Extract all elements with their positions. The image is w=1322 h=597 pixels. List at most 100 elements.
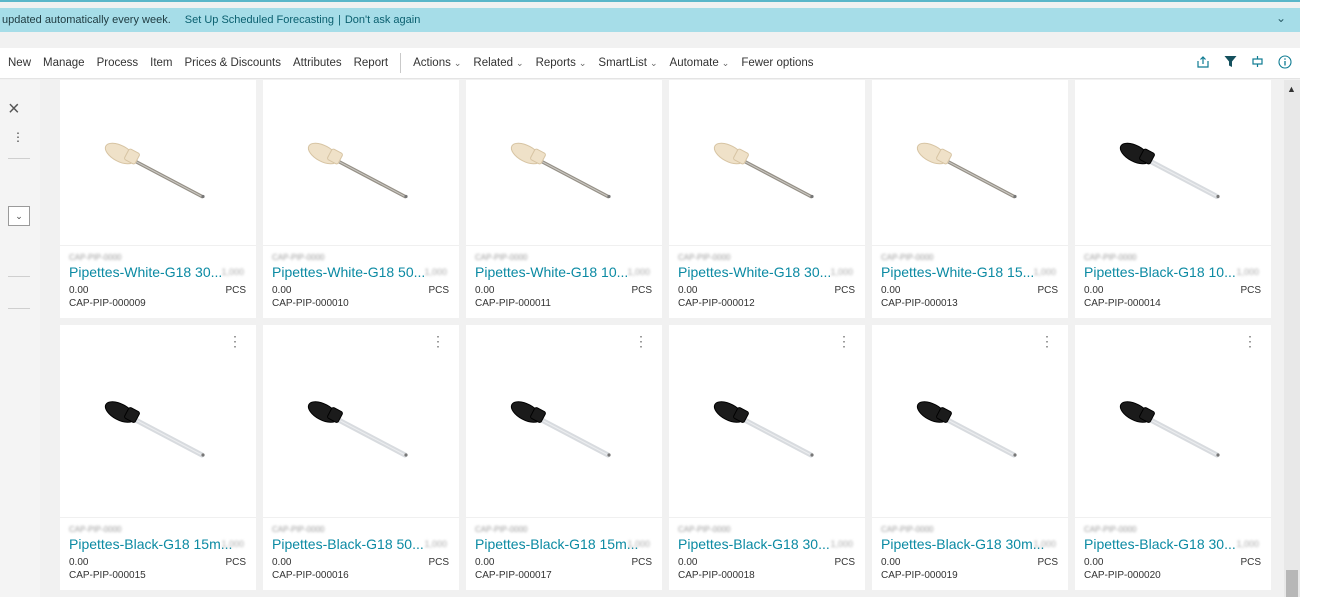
action-separator — [400, 53, 402, 73]
item-picture[interactable] — [466, 80, 662, 245]
tile-more-icon[interactable]: ⋮ — [1243, 333, 1257, 350]
blurred-item-code: CAP-PIP-0000 — [1084, 253, 1137, 262]
item-number: CAP-PIP-000016 — [272, 570, 349, 581]
tile-more-icon[interactable]: ⋮ — [228, 333, 242, 350]
more-options-icon[interactable]: ⋮ — [12, 130, 24, 144]
item-description[interactable]: Pipettes-White-G18 30... — [69, 264, 222, 280]
close-icon[interactable]: × — [8, 98, 20, 121]
menu-related[interactable]: Related ⌄ — [473, 57, 523, 69]
unit-of-measure: PCS — [1240, 557, 1261, 568]
item-description[interactable]: Pipettes-Black-G18 10... — [1084, 264, 1236, 280]
item-tile[interactable]: ⋮ CAP-PIP-0000 Pipettes-Black-G18 15m... 1,… — [466, 325, 662, 590]
item-description[interactable]: Pipettes-White-G18 30... — [678, 264, 831, 280]
chevron-down-icon: ⌄ — [578, 58, 587, 68]
item-picture[interactable] — [1075, 325, 1271, 517]
tile-details: CAP-PIP-0000 Pipettes-Black-G18 10... 1,00… — [1075, 245, 1271, 318]
unit-of-measure: PCS — [225, 557, 246, 568]
item-tile[interactable]: CAP-PIP-0000 Pipettes-White-G18 10... 1,00… — [466, 80, 662, 318]
unit-price: 0.00 — [272, 557, 292, 568]
item-tile[interactable]: CAP-PIP-0000 Pipettes-White-G18 15... 1,00… — [872, 80, 1068, 318]
action-attributes[interactable]: Attributes — [293, 57, 342, 69]
setup-forecasting-link[interactable]: Set Up Scheduled Forecasting — [185, 14, 334, 26]
item-tile[interactable]: CAP-PIP-0000 Pipettes-White-G18 30... 1,00… — [60, 80, 256, 318]
item-tile[interactable]: ⋮ CAP-PIP-0000 Pipettes-Black-G18 30... 1,0… — [1075, 325, 1271, 590]
info-icon[interactable] — [1278, 54, 1292, 72]
item-number: CAP-PIP-000009 — [69, 298, 146, 309]
item-description[interactable]: Pipettes-White-G18 15... — [881, 264, 1034, 280]
action-process[interactable]: Process — [97, 57, 139, 69]
item-description[interactable]: Pipettes-White-G18 50... — [272, 264, 425, 280]
tile-more-icon[interactable]: ⋮ — [634, 333, 648, 350]
item-picture[interactable] — [263, 80, 459, 245]
tile-details: CAP-PIP-0000 Pipettes-Black-G18 15m... 1,0… — [466, 517, 662, 590]
collapse-icon[interactable] — [1251, 55, 1264, 71]
tile-details: CAP-PIP-0000 Pipettes-Black-G18 30... 1,00… — [669, 517, 865, 590]
item-tile[interactable]: ⋮ CAP-PIP-0000 Pipettes-Black-G18 30m... 1,… — [872, 325, 1068, 590]
item-description[interactable]: Pipettes-Black-G18 15m... — [475, 536, 638, 552]
item-picture[interactable] — [263, 325, 459, 517]
item-tile[interactable]: ⋮ CAP-PIP-0000 Pipettes-Black-G18 30... 1,0… — [669, 325, 865, 590]
fewer-options-button[interactable]: Fewer options — [741, 57, 813, 69]
item-description[interactable]: Pipettes-Black-G18 50... — [272, 536, 424, 552]
unit-price: 0.00 — [1084, 285, 1104, 296]
divider — [8, 308, 30, 309]
item-tile[interactable]: CAP-PIP-0000 Pipettes-Black-G18 10... 1,00… — [1075, 80, 1271, 318]
unit-price: 0.00 — [69, 285, 89, 296]
item-tile-grid: CAP-PIP-0000 Pipettes-White-G18 30... 1,00… — [60, 80, 1280, 597]
unit-price: 0.00 — [475, 285, 495, 296]
menu-automate[interactable]: Automate ⌄ — [670, 57, 730, 69]
item-tile[interactable]: CAP-PIP-0000 Pipettes-White-G18 50... 1,00… — [263, 80, 459, 318]
item-picture[interactable] — [669, 80, 865, 245]
item-picture[interactable] — [60, 325, 256, 517]
menu-automate-label: Automate — [669, 57, 719, 69]
item-description[interactable]: Pipettes-Black-G18 15m... — [69, 536, 232, 552]
pipette-image — [104, 401, 205, 458]
item-picture[interactable] — [669, 325, 865, 517]
tile-more-icon[interactable]: ⋮ — [431, 333, 445, 350]
item-description[interactable]: Pipettes-Black-G18 30m... — [881, 536, 1044, 552]
item-picture[interactable] — [466, 325, 662, 517]
item-description[interactable]: Pipettes-Black-G18 30... — [1084, 536, 1236, 552]
blurred-item-code: CAP-PIP-0000 — [475, 525, 528, 534]
blurred-inventory: 1,000 — [221, 267, 244, 277]
unit-of-measure: PCS — [428, 285, 449, 296]
menu-smartlist[interactable]: SmartList ⌄ — [598, 57, 657, 69]
pipette-image — [1119, 401, 1220, 458]
action-prices-discounts[interactable]: Prices & Discounts — [185, 57, 282, 69]
item-description[interactable]: Pipettes-White-G18 10... — [475, 264, 628, 280]
item-tile[interactable]: ⋮ CAP-PIP-0000 Pipettes-Black-G18 15m... 1,… — [60, 325, 256, 590]
item-number: CAP-PIP-000011 — [475, 298, 551, 309]
item-picture[interactable] — [872, 325, 1068, 517]
tile-details: CAP-PIP-0000 Pipettes-Black-G18 50... 1,00… — [263, 517, 459, 590]
dont-ask-again-link[interactable]: Don't ask again — [345, 14, 420, 26]
share-icon[interactable] — [1196, 55, 1210, 72]
filter-icon[interactable] — [1224, 55, 1237, 71]
item-tile[interactable]: CAP-PIP-0000 Pipettes-White-G18 30... 1,00… — [669, 80, 865, 318]
item-picture[interactable] — [1075, 80, 1271, 245]
blurred-inventory: 1,000 — [1033, 267, 1056, 277]
scroll-up-icon[interactable]: ▲ — [1287, 84, 1296, 94]
scrollbar-thumb[interactable] — [1286, 570, 1298, 597]
pipette-image — [916, 142, 1017, 199]
action-manage[interactable]: Manage — [43, 57, 85, 69]
item-tile[interactable]: ⋮ CAP-PIP-0000 Pipettes-Black-G18 50... 1,0… — [263, 325, 459, 590]
chevron-down-icon[interactable]: ⌄ — [1276, 11, 1286, 25]
blurred-item-code: CAP-PIP-0000 — [272, 253, 325, 262]
pipette-image — [1119, 142, 1220, 199]
action-item[interactable]: Item — [150, 57, 172, 69]
menu-actions-label: Actions — [413, 57, 451, 69]
menu-reports[interactable]: Reports ⌄ — [536, 57, 587, 69]
vertical-scrollbar[interactable]: ▲ — [1284, 80, 1300, 597]
unit-of-measure: PCS — [428, 557, 449, 568]
tile-more-icon[interactable]: ⋮ — [837, 333, 851, 350]
item-picture[interactable] — [60, 80, 256, 245]
item-description[interactable]: Pipettes-Black-G18 30... — [678, 536, 830, 552]
tile-more-icon[interactable]: ⋮ — [1040, 333, 1054, 350]
action-report[interactable]: Report — [354, 57, 389, 69]
item-picture[interactable] — [872, 80, 1068, 245]
tile-details: CAP-PIP-0000 Pipettes-Black-G18 30m... 1,0… — [872, 517, 1068, 590]
chevron-down-icon[interactable]: ⌄ — [8, 206, 30, 226]
blurred-inventory: 1,000 — [1236, 267, 1259, 277]
action-new[interactable]: New — [8, 57, 31, 69]
menu-actions[interactable]: Actions ⌄ — [413, 57, 461, 69]
